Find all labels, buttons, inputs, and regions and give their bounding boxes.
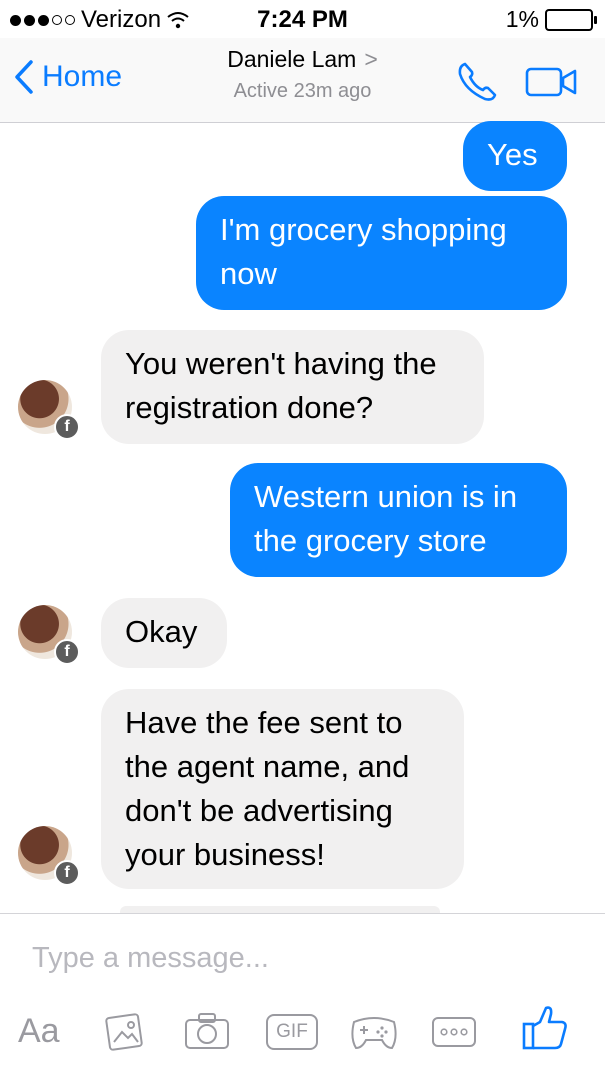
contact-avatar[interactable]: f — [18, 826, 80, 886]
facebook-badge-icon: f — [54, 860, 80, 886]
composer-toolbar: Aa GIF — [0, 1006, 605, 1060]
active-status: Active 23m ago — [233, 80, 372, 102]
message-input[interactable]: Type a message... — [32, 942, 269, 975]
message-bubble-incoming[interactable]: Have the fee sent to the agent name, and… — [101, 689, 464, 889]
message-bubble-partial — [120, 906, 440, 913]
contact-avatar[interactable]: f — [18, 380, 80, 440]
message-bubble-incoming[interactable]: Okay — [101, 598, 227, 668]
battery-percent: 1% — [505, 6, 539, 32]
message-bubble-outgoing[interactable]: I'm grocery shopping now — [196, 196, 567, 310]
facebook-badge-icon: f — [54, 639, 80, 665]
message-bubble-incoming[interactable]: You weren't having the registration done… — [101, 330, 484, 444]
status-bar: Verizon 7:24 PM 1% — [0, 0, 605, 38]
facebook-badge-icon: f — [54, 414, 80, 440]
contact-name-text: Daniele Lam — [227, 46, 357, 72]
camera-icon[interactable] — [183, 1010, 231, 1054]
like-thumbs-up-icon[interactable] — [520, 1002, 570, 1052]
chevron-right-icon: > — [364, 46, 378, 72]
message-bubble-outgoing[interactable]: Yes — [463, 121, 567, 191]
phone-call-icon[interactable] — [455, 60, 499, 104]
composer: Type a message... Aa GIF — [0, 913, 605, 1075]
video-call-icon[interactable] — [525, 66, 579, 98]
contact-avatar[interactable]: f — [18, 605, 80, 665]
battery-icon — [545, 8, 597, 31]
battery-status: 1% — [505, 6, 597, 33]
photo-gallery-icon[interactable] — [104, 1010, 148, 1054]
text-format-button[interactable]: Aa — [18, 1012, 60, 1051]
gif-button[interactable]: GIF — [266, 1014, 318, 1050]
contact-name[interactable]: Daniele Lam > — [0, 46, 605, 73]
more-options-icon[interactable] — [430, 1010, 478, 1054]
game-controller-icon[interactable] — [348, 1010, 400, 1054]
message-bubble-outgoing[interactable]: Western union is in the grocery store — [230, 463, 567, 577]
conversation-header: Home Daniele Lam > Active 23m ago — [0, 38, 605, 123]
